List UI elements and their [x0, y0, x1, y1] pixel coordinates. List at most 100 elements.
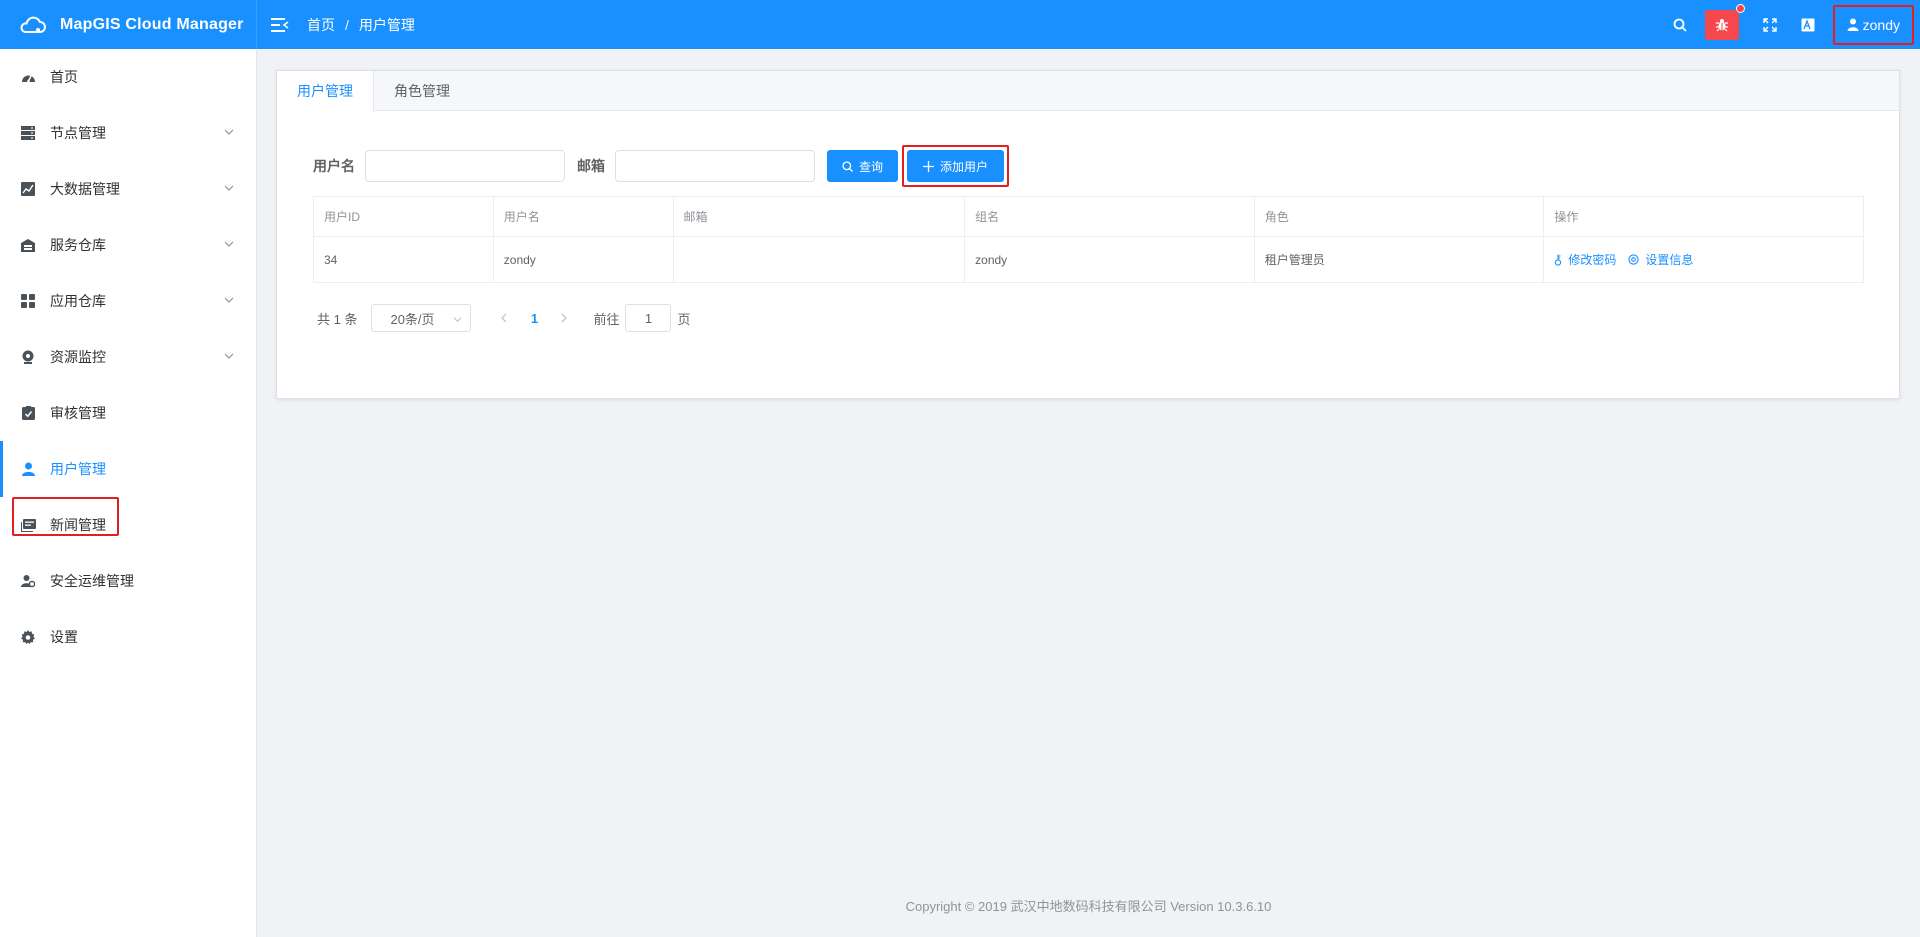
column-header-role: 角色	[1255, 197, 1545, 236]
gear-icon	[20, 629, 36, 645]
plus-icon	[923, 160, 935, 172]
sidebar-item-label: 应用仓库	[50, 293, 106, 309]
cell-role: 租户管理员	[1255, 237, 1545, 282]
chevron-left-icon	[501, 313, 507, 323]
pagination-total: 共 1 条	[317, 311, 358, 327]
sidebar-item-settings[interactable]: 设置	[0, 609, 256, 665]
chevron-down-icon	[224, 129, 234, 135]
add-user-button[interactable]: 添加用户	[907, 150, 1005, 182]
user-table: 用户ID 用户名 邮箱 组名 角色 操作 34 zondy zondy 租户管理…	[313, 196, 1864, 283]
language-icon[interactable]	[1789, 0, 1827, 49]
search-form: 用户名 邮箱 查询 添加用户	[313, 145, 1010, 187]
footer-copyright: Copyright © 2019 武汉中地数码科技有限公司 Version 10…	[905, 899, 1272, 914]
settings-info-link[interactable]: 设置信息	[1628, 251, 1693, 268]
goto-page-input[interactable]	[625, 304, 672, 332]
page-number-current[interactable]: 1	[519, 304, 549, 332]
breadcrumb-separator: /	[345, 16, 349, 33]
column-header-username: 用户名	[494, 197, 674, 236]
sidebar-item-label: 安全运维管理	[50, 573, 134, 589]
table-header-row: 用户ID 用户名 邮箱 组名 角色 操作	[314, 197, 1863, 237]
security-ops-icon	[20, 573, 36, 589]
cell-username: zondy	[494, 237, 674, 282]
add-user-highlight: 添加用户	[902, 145, 1010, 187]
cell-user-id: 34	[314, 237, 494, 282]
prev-page-button[interactable]	[489, 304, 519, 332]
key-icon	[1555, 254, 1562, 266]
goto-prefix: 前往	[593, 311, 620, 327]
dashboard-icon	[20, 69, 36, 85]
sidebar-item-app-repo[interactable]: 应用仓库	[0, 273, 256, 329]
tab-bar: 用户管理 角色管理	[277, 71, 1899, 112]
cell-email	[674, 237, 966, 282]
chevron-down-icon	[453, 317, 462, 323]
apps-grid-icon	[20, 293, 36, 309]
email-input[interactable]	[615, 150, 815, 182]
notification-dot	[1735, 3, 1745, 13]
sidebar-item-home[interactable]: 首页	[0, 49, 256, 105]
settings-info-label: 设置信息	[1645, 253, 1694, 267]
sidebar-item-news[interactable]: 新闻管理	[0, 497, 256, 553]
settings-icon	[1628, 254, 1640, 265]
username-label: 用户名	[313, 158, 355, 174]
fullscreen-icon[interactable]	[1751, 0, 1789, 49]
change-password-link[interactable]: 修改密码	[1554, 251, 1616, 268]
email-label: 邮箱	[577, 158, 605, 174]
breadcrumb-home[interactable]: 首页	[307, 15, 335, 35]
pagination: 共 1 条 20条/页 1 前往 页	[317, 304, 691, 332]
bug-report-button[interactable]	[1704, 3, 1745, 40]
logo[interactable]: MapGIS Cloud Manager	[0, 0, 257, 49]
tab-role-management[interactable]: 角色管理	[374, 71, 470, 111]
chart-icon	[20, 181, 36, 197]
chevron-down-icon	[224, 185, 234, 191]
sidebar: 首页 节点管理 大数据管理 服务仓库 应用仓库 资源监控 审核管理 用户管理 新…	[0, 49, 257, 937]
sidebar-item-label: 资源监控	[50, 349, 106, 365]
user-menu-button[interactable]: zondy	[1832, 4, 1914, 45]
username-input[interactable]	[365, 150, 565, 182]
cloud-icon	[20, 16, 46, 33]
warehouse-icon	[20, 237, 36, 253]
goto-page: 前往 页	[593, 304, 691, 332]
sidebar-item-security-ops[interactable]: 安全运维管理	[0, 553, 256, 609]
sidebar-item-audit[interactable]: 审核管理	[0, 385, 256, 441]
user-management-card: 用户管理 角色管理 用户名 邮箱 查询 添加用户 用户ID 用户名 邮箱 组名 …	[276, 70, 1900, 399]
breadcrumb: 首页 / 用户管理	[307, 15, 415, 35]
cell-actions: 修改密码 设置信息	[1544, 237, 1863, 282]
collapse-menu-icon[interactable]	[271, 17, 291, 33]
next-page-button[interactable]	[549, 304, 579, 332]
column-header-email: 邮箱	[674, 197, 966, 236]
top-header: MapGIS Cloud Manager 首页 / 用户管理 zondy	[0, 0, 1920, 49]
sidebar-item-users[interactable]: 用户管理	[0, 441, 256, 497]
sidebar-item-bigdata[interactable]: 大数据管理	[0, 161, 256, 217]
sidebar-item-label: 设置	[50, 629, 78, 645]
table-row: 34 zondy zondy 租户管理员 修改密码 设置信息	[314, 237, 1863, 282]
column-header-actions: 操作	[1554, 210, 1579, 224]
sidebar-item-nodes[interactable]: 节点管理	[0, 105, 256, 161]
user-name: zondy	[1862, 16, 1900, 33]
sidebar-item-label: 用户管理	[50, 461, 106, 477]
sidebar-item-service-repo[interactable]: 服务仓库	[0, 217, 256, 273]
tab-user-management[interactable]: 用户管理	[277, 71, 374, 112]
sidebar-item-label: 审核管理	[50, 405, 106, 421]
user-icon	[1847, 18, 1859, 31]
page-size-select[interactable]: 20条/页	[371, 304, 472, 332]
query-button[interactable]: 查询	[827, 150, 899, 182]
chevron-down-icon	[224, 353, 234, 359]
search-icon[interactable]	[1661, 0, 1699, 49]
app-title: MapGIS Cloud Manager	[60, 15, 244, 33]
goto-suffix: 页	[677, 311, 691, 327]
chevron-right-icon	[562, 313, 568, 323]
server-icon	[20, 125, 36, 141]
sidebar-item-monitor[interactable]: 资源监控	[0, 329, 256, 385]
bug-icon	[1715, 18, 1728, 31]
chevron-down-icon	[224, 297, 234, 303]
change-password-label: 修改密码	[1568, 253, 1617, 267]
query-button-label: 查询	[859, 159, 884, 174]
monitor-camera-icon	[20, 349, 36, 365]
breadcrumb-current: 用户管理	[358, 16, 415, 33]
header-actions: zondy	[1661, 0, 1920, 49]
audit-check-icon	[20, 405, 36, 421]
sidebar-item-label: 首页	[50, 69, 78, 85]
add-user-button-label: 添加用户	[940, 159, 989, 174]
sidebar-item-label: 新闻管理	[50, 517, 106, 533]
cell-group: zondy	[965, 237, 1255, 282]
